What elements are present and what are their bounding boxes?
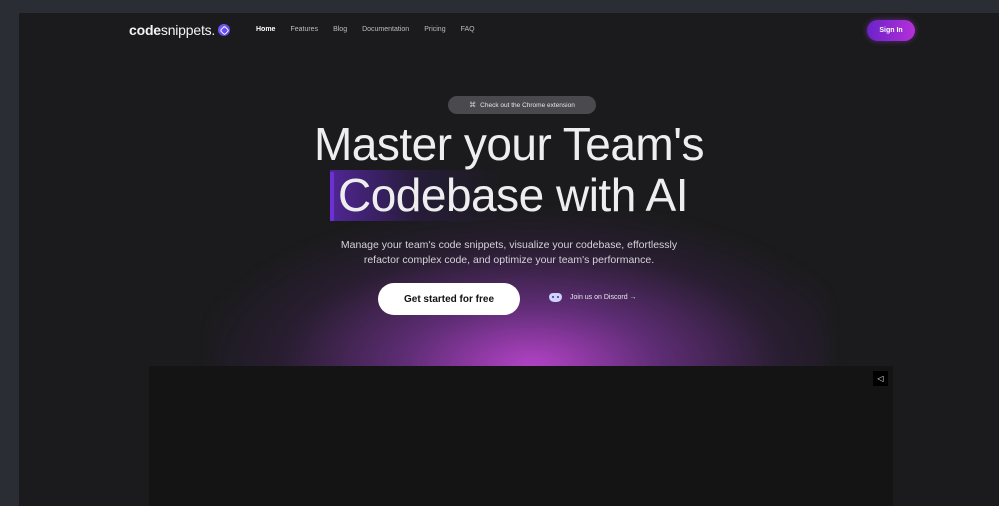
brand-logo[interactable]: code snippets. xyxy=(129,22,231,38)
top-nav: Home Features Blog Documentation Pricing… xyxy=(256,26,490,33)
codesnippets-logo-icon xyxy=(218,24,231,36)
nav-item-home[interactable]: Home xyxy=(256,26,275,33)
nav-item-documentation[interactable]: Documentation xyxy=(362,26,409,33)
nav-item-blog[interactable]: Blog xyxy=(333,26,347,33)
landing-page: code snippets. Home Features Blog Documen… xyxy=(19,13,999,506)
headline-highlight: Codebase xyxy=(329,170,544,221)
subtitle-line-2: refactor complex code, and optimize your… xyxy=(363,254,655,266)
headline-line-1: Master your Team's xyxy=(313,118,705,170)
get-started-button[interactable]: Get started for free xyxy=(378,283,520,315)
subtitle-line-1: Manage your team's code snippets, visual… xyxy=(340,239,678,251)
discord-link[interactable]: Join us on Discord → xyxy=(549,293,637,302)
nav-item-faq[interactable]: FAQ xyxy=(461,26,475,33)
brand-name-light: snippets. xyxy=(160,22,216,38)
discord-link-label: Join us on Discord → xyxy=(570,294,637,301)
brand-name-bold: code xyxy=(129,22,161,38)
chrome-extension-text: Check out the Chrome extension xyxy=(480,101,575,109)
hero-headline: Master your Team's Codebase with AI xyxy=(19,119,999,221)
headline-rest: with AI xyxy=(543,169,689,221)
nav-item-pricing[interactable]: Pricing xyxy=(424,26,445,33)
puzzle-icon: ⌘ xyxy=(469,102,477,109)
headline-line-2: Codebase with AI xyxy=(329,169,689,221)
chrome-extension-pill[interactable]: ⌘ Check out the Chrome extension xyxy=(448,96,596,114)
sign-in-button[interactable]: Sign In xyxy=(867,20,915,41)
demo-video[interactable]: ◁ xyxy=(149,366,893,506)
video-control-icon[interactable]: ◁ xyxy=(873,371,888,386)
discord-icon xyxy=(549,293,562,302)
nav-item-features[interactable]: Features xyxy=(290,26,318,33)
hero-subtitle: Manage your team's code snippets, visual… xyxy=(19,238,999,268)
